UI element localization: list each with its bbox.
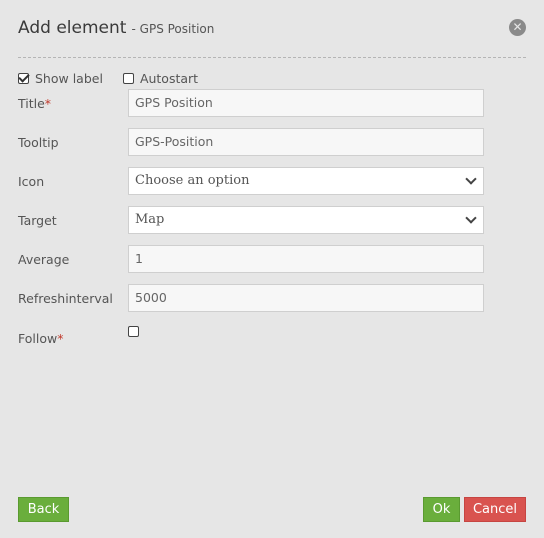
tooltip-label: Tooltip — [18, 135, 59, 150]
target-label: Target — [18, 213, 57, 228]
icon-label: Icon — [18, 174, 45, 189]
show-label-checkbox[interactable] — [18, 72, 29, 84]
follow-label: Follow* — [18, 331, 64, 346]
average-input[interactable]: 1 — [128, 245, 484, 273]
chevron-down-icon — [465, 212, 477, 224]
title-row: Title* GPS Position — [18, 89, 484, 117]
icon-select[interactable]: Choose an option — [128, 167, 484, 195]
autostart-checkbox[interactable] — [122, 72, 134, 84]
close-icon[interactable]: ✕ — [509, 19, 526, 36]
show-label-option[interactable]: Show label — [18, 71, 103, 86]
tooltip-row: Tooltip GPS-Position — [18, 128, 484, 156]
dialog-header: Add element - GPS Position ✕ — [18, 18, 526, 48]
options-row: Show label Autostart — [18, 70, 218, 86]
refreshinterval-row: Refreshinterval 5000 — [18, 284, 484, 312]
header-divider — [18, 57, 526, 58]
dialog-title: Add element — [18, 18, 127, 38]
follow-row: Follow* — [18, 326, 484, 354]
average-row: Average 1 — [18, 245, 484, 273]
title-label: Title* — [18, 96, 52, 111]
autostart-option[interactable]: Autostart — [122, 70, 199, 86]
title-input[interactable]: GPS Position — [128, 89, 484, 117]
target-select[interactable]: Map — [128, 206, 484, 234]
target-row: Target Map — [18, 206, 484, 234]
chevron-down-icon — [465, 173, 477, 185]
show-label-text: Show label — [35, 70, 103, 86]
ok-button[interactable]: Ok — [423, 497, 460, 522]
autostart-text: Autostart — [139, 70, 199, 86]
average-label: Average — [18, 252, 70, 267]
tooltip-input[interactable]: GPS-Position — [128, 128, 484, 156]
back-button[interactable]: Back — [18, 497, 69, 522]
cancel-button[interactable]: Cancel — [464, 497, 526, 522]
follow-checkbox[interactable] — [128, 326, 139, 337]
icon-row: Icon Choose an option — [18, 167, 484, 195]
target-select-value: Map — [135, 212, 165, 227]
refreshinterval-label: Refreshinterval — [18, 291, 113, 306]
dialog-subtitle: - GPS Position — [131, 22, 215, 36]
add-element-dialog: Add element - GPS Position ✕ Show label … — [0, 0, 544, 538]
refreshinterval-input[interactable]: 5000 — [128, 284, 484, 312]
icon-select-value: Choose an option — [135, 173, 250, 188]
